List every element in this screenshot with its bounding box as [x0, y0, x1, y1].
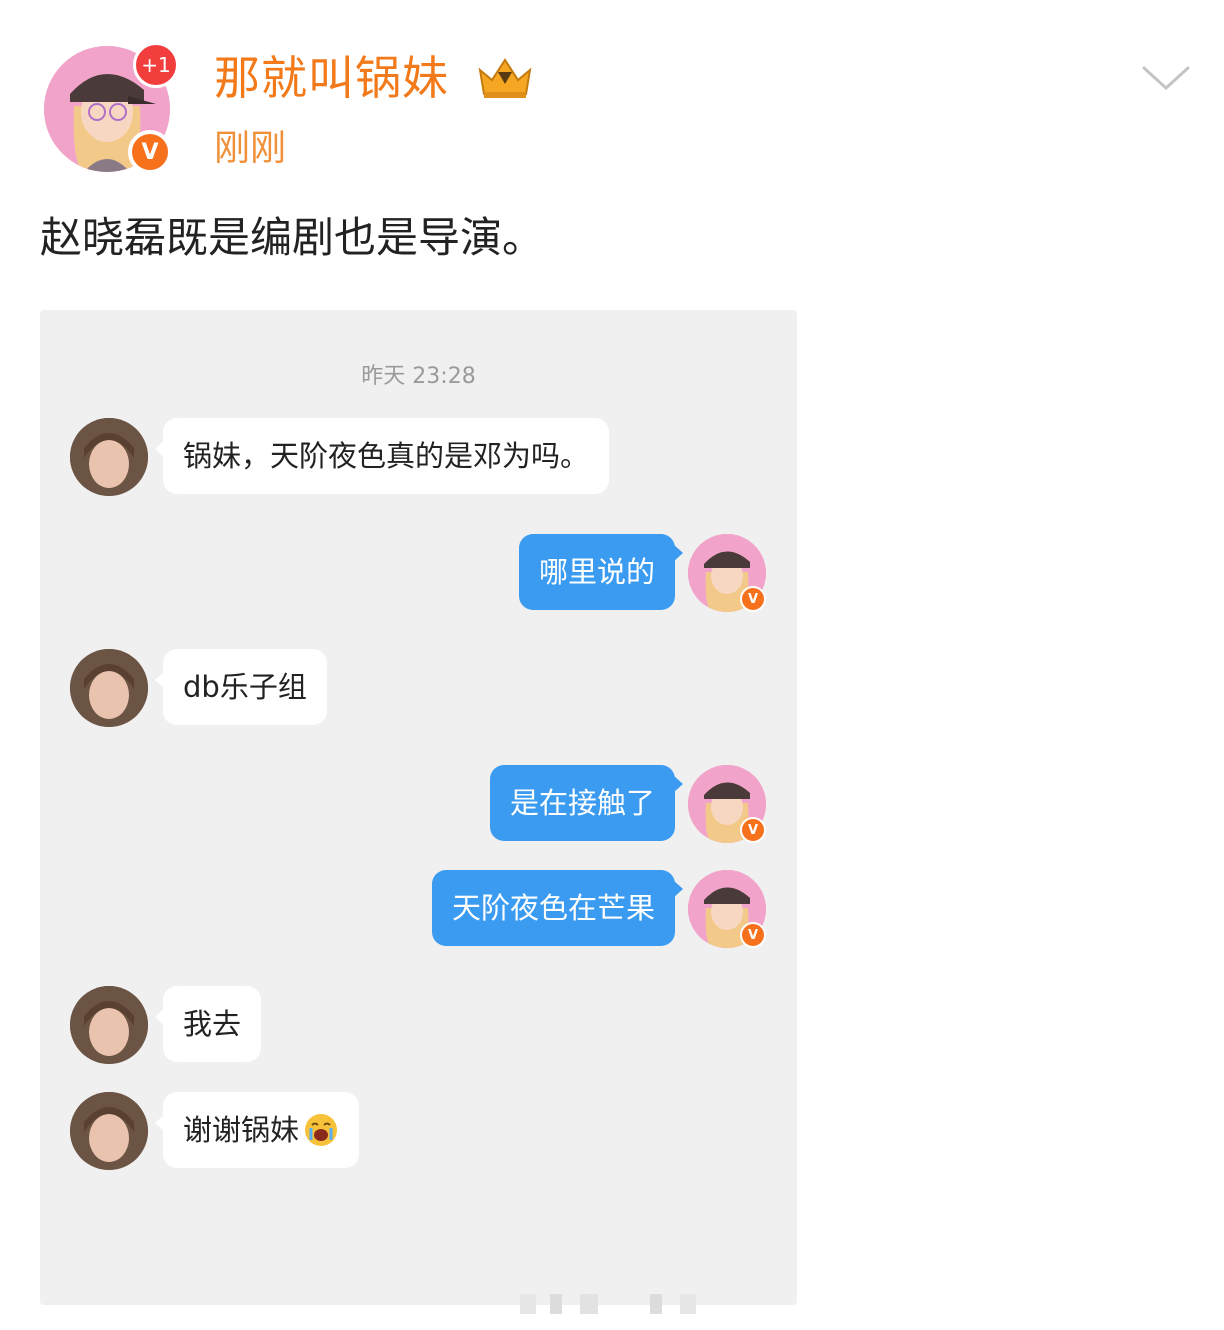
message-text: 哪里说的: [538, 555, 655, 589]
message-bubble-incoming: 我去: [154, 986, 262, 1062]
chat-timestamp: 昨天 23:28: [361, 364, 476, 389]
contact-avatar: [70, 418, 148, 496]
message-text: 谢谢锅妹: [183, 1113, 300, 1147]
verified-badge-icon: V: [740, 817, 766, 843]
verified-badge-icon: V: [740, 922, 766, 948]
message-text: 天阶夜色在芒果: [451, 891, 655, 925]
message-text: 是在接触了: [509, 786, 655, 820]
crown-icon: [478, 58, 532, 98]
notification-badge: +1: [133, 42, 179, 88]
chevron-down-icon[interactable]: [1140, 62, 1192, 94]
contact-avatar: [70, 1092, 148, 1170]
chat-screenshot-image[interactable]: 昨天 23:28 锅妹，天阶夜色真的是邓为吗。 哪里说的 V db乐子组 是在接…: [40, 310, 797, 1305]
contact-avatar: [70, 986, 148, 1064]
message-bubble-incoming: db乐子组: [155, 649, 327, 725]
message-bubble-incoming: 谢谢锅妹: [154, 1092, 360, 1168]
message-text: db乐子组: [183, 670, 307, 704]
image-pager-dots: [520, 1294, 696, 1314]
post-text: 赵晓磊既是编剧也是导演。: [40, 213, 545, 262]
post-time: 刚刚: [214, 128, 287, 169]
contact-avatar: [70, 649, 148, 727]
message-text: 我去: [183, 1007, 242, 1041]
message-text: 锅妹，天阶夜色真的是邓为吗。: [183, 439, 590, 473]
message-bubble-outgoing: 是在接触了: [489, 765, 684, 841]
verified-badge-icon: V: [128, 130, 172, 174]
author-name[interactable]: 那就叫锅妹: [214, 50, 449, 106]
verified-badge-icon: V: [740, 586, 766, 612]
crying-face-emoji-icon: [305, 1114, 338, 1146]
message-bubble-outgoing: 天阶夜色在芒果: [431, 870, 684, 946]
message-bubble-incoming: 锅妹，天阶夜色真的是邓为吗。: [154, 418, 610, 494]
message-bubble-outgoing: 哪里说的: [518, 534, 684, 610]
